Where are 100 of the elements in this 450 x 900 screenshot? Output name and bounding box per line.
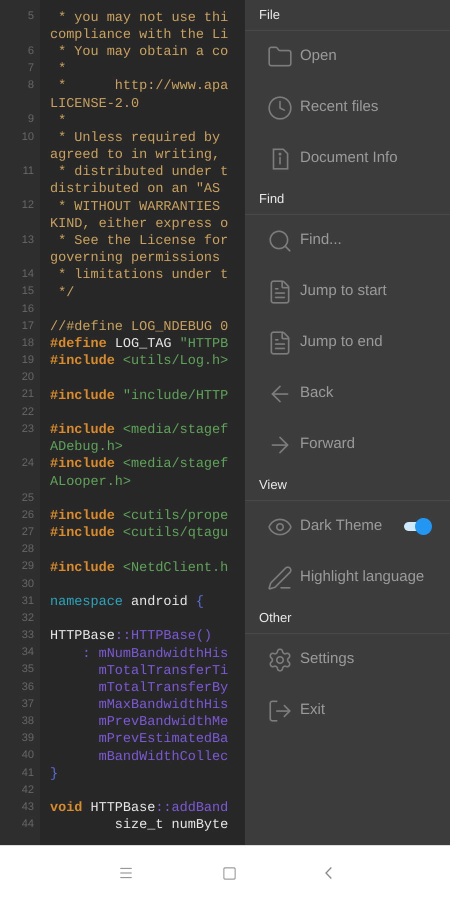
line-number: 20: [22, 370, 34, 386]
line-number: 8: [28, 78, 34, 94]
code-line: #define LOG_TAG "HTTPB: [50, 337, 228, 352]
line-number: 17: [22, 318, 34, 334]
code-line: mPrevBandwidthMe: [98, 715, 228, 730]
line-number: 26: [22, 508, 34, 523]
line-number: 33: [22, 628, 34, 644]
line-number: 12: [22, 198, 34, 214]
menu-item[interactable]: Recent files: [245, 82, 450, 133]
code-line: * http://www.apa: [57, 79, 228, 94]
menu-item[interactable]: Exit: [245, 685, 450, 736]
line-number: 7: [28, 60, 34, 76]
line-number: 39: [22, 731, 34, 746]
line-number: 13: [22, 232, 34, 248]
line-number: 23: [22, 422, 34, 437]
line-number: 43: [22, 800, 34, 815]
line-number: 35: [22, 662, 34, 678]
menu-item[interactable]: Jump to end: [245, 317, 450, 368]
line-number: 40: [22, 748, 34, 764]
code-line: distributed on an "AS: [50, 182, 220, 198]
line-number: 38: [22, 714, 34, 730]
code-line: #include <cutils/qtagu: [50, 526, 228, 542]
line-number: 11: [22, 164, 34, 180]
line-number: 22: [22, 404, 34, 420]
code-line: : mNumBandwidthHis: [81, 646, 228, 662]
code-line: ALooper.h>: [50, 474, 132, 490]
line-number: 24: [22, 456, 34, 472]
code-line: *: [57, 62, 66, 78]
line-number: 25: [22, 490, 34, 506]
code-line: #include <media/stagef: [50, 457, 228, 472]
code-line: mTotalTransferBy: [98, 680, 228, 696]
line-number: 34: [22, 645, 34, 660]
settings-icon: [267, 646, 293, 672]
code-line: #include <NetdClient.h: [50, 560, 228, 576]
code-line: * distributed under t: [57, 165, 228, 180]
exit-icon: [267, 698, 293, 724]
code-line: HTTPBase::HTTPBase(): [50, 629, 212, 644]
line-number: 16: [22, 302, 34, 317]
code-line: namespace android {: [50, 594, 204, 610]
line-number: 31: [22, 594, 34, 609]
folder-icon: [267, 44, 293, 70]
code-line: * limitations under t: [57, 268, 228, 284]
menu-item[interactable]: Dark Theme: [245, 501, 450, 552]
line-number: 10: [22, 130, 34, 145]
menu-item[interactable]: Highlight language: [245, 552, 450, 603]
code-line: LICENSE-2.0: [50, 96, 140, 112]
line-number: 30: [22, 576, 34, 592]
line-number: 27: [22, 524, 34, 540]
line-number: 42: [22, 782, 34, 798]
line-number: 44: [22, 817, 34, 832]
menu-item[interactable]: Back: [245, 368, 450, 419]
menu-icon: [118, 865, 134, 881]
menu-item[interactable]: Forward: [245, 419, 450, 470]
code-line: #include <utils/Log.h>: [50, 354, 228, 370]
menu-item[interactable]: Document Info: [245, 133, 450, 184]
toggle-switch[interactable]: [404, 518, 432, 536]
code-line: * You may obtain a co: [57, 44, 228, 60]
line-number: 32: [22, 610, 34, 626]
line-number: 19: [22, 353, 34, 368]
line-number: 29: [22, 559, 34, 574]
section-header: View: [259, 476, 287, 494]
back-icon: [325, 867, 332, 879]
code-line: * WITHOUT WARRANTIES: [57, 200, 220, 215]
code-line: void HTTPBase::addBand: [50, 801, 228, 816]
code-line: #include <cutils/prope: [50, 509, 228, 524]
code-line: agreed to in writing,: [50, 148, 220, 164]
clock-icon: [267, 94, 293, 120]
code-line: compliance with the Li: [50, 28, 228, 43]
section-header: Other: [259, 609, 292, 628]
line-number: 9: [28, 112, 34, 128]
code-line: * See the License for: [57, 234, 228, 250]
menu-item[interactable]: Open: [245, 31, 450, 82]
code-line: #include <media/stagef: [50, 423, 228, 438]
square-icon: [222, 866, 237, 880]
menu-item[interactable]: Settings: [245, 634, 450, 685]
code-line: size_t numByte: [114, 818, 228, 834]
line-number: 21: [22, 387, 34, 402]
search-icon: [267, 228, 293, 254]
line-number: 18: [22, 336, 34, 351]
code-line: //#define LOG_NDEBUG 0: [50, 320, 228, 335]
line-number: 37: [22, 696, 34, 712]
code-line: *: [57, 114, 66, 129]
section-header: Find: [259, 190, 284, 208]
code-line: mPrevEstimatedBa: [98, 732, 228, 748]
code-line: */: [57, 286, 74, 301]
line-number: 15: [22, 284, 34, 300]
code-line: governing permissions: [50, 251, 220, 266]
line-number: 36: [22, 680, 34, 695]
menu-item[interactable]: Jump to start: [245, 266, 450, 317]
menu-item[interactable]: Find...: [245, 215, 450, 266]
pen-icon: [267, 564, 293, 590]
line-number: 41: [22, 766, 34, 781]
code-line: mTotalTransferTi: [98, 664, 228, 679]
code-line: mBandWidthCollec: [98, 750, 228, 765]
code-line: * you may not use thi: [57, 10, 228, 26]
line-number: 6: [28, 44, 34, 59]
code-line: mMaxBandwidthHis: [98, 698, 228, 714]
code-line: ADebug.h>: [50, 440, 123, 456]
section-header: File: [259, 6, 280, 24]
line-number: 5: [28, 9, 34, 24]
